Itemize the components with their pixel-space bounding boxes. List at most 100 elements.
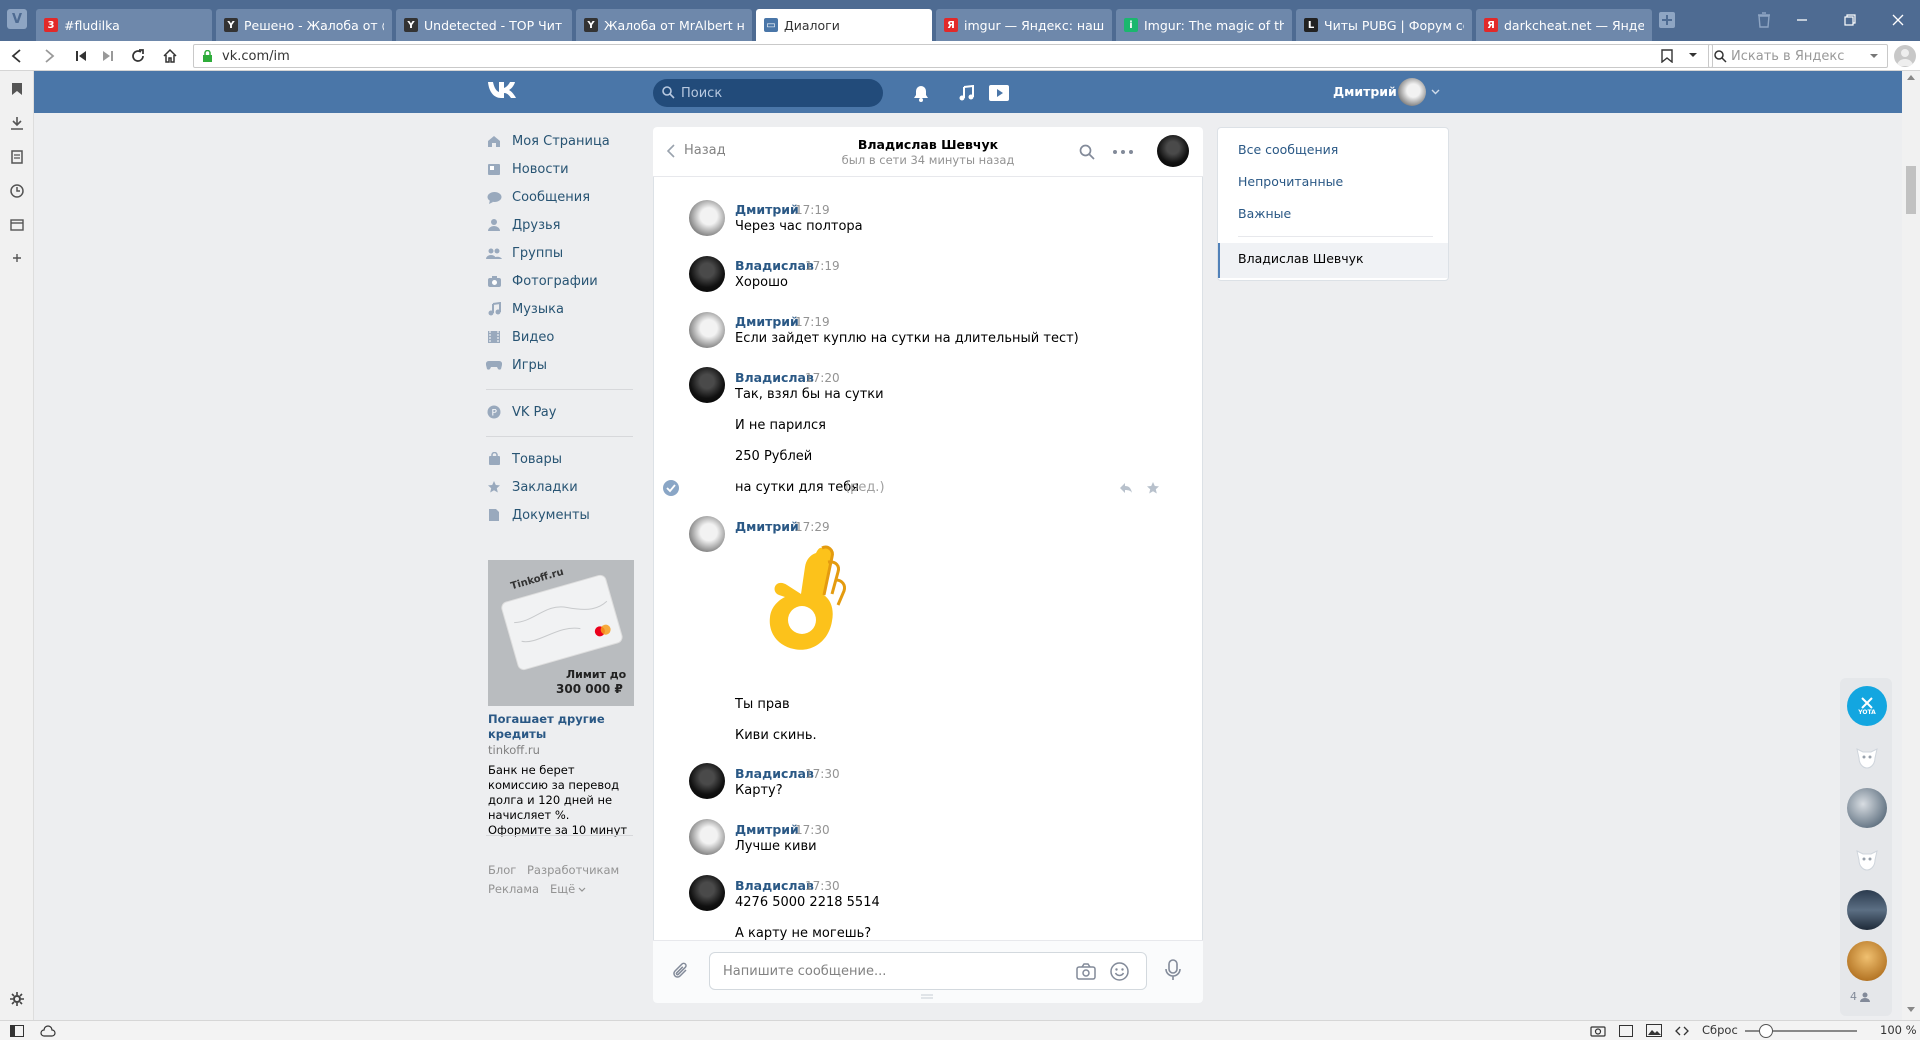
menu-item-news[interactable]: Новости xyxy=(486,157,569,181)
filter-selected-label[interactable]: Владислав Шевчук xyxy=(1238,251,1364,266)
footer-blog-link[interactable]: Блог xyxy=(488,863,516,878)
star-icon[interactable] xyxy=(1146,481,1160,495)
browser-tab-3[interactable]: YUndetected - TOP Чит для xyxy=(396,9,572,41)
avatar[interactable] xyxy=(689,312,725,348)
zoom-reset-button[interactable]: Сброс xyxy=(1702,1023,1738,1037)
tiling-icon[interactable] xyxy=(1619,1025,1633,1037)
notes-icon[interactable] xyxy=(7,147,27,167)
avatar[interactable] xyxy=(689,516,725,552)
camera-icon[interactable] xyxy=(1076,963,1096,980)
footer-ads-link[interactable]: Реклама xyxy=(488,882,539,897)
message-author[interactable]: Владислав xyxy=(735,370,814,385)
browser-tab-8[interactable]: LЧиты PUBG | Форум социа xyxy=(1296,9,1472,41)
window-panel-icon[interactable] xyxy=(7,215,27,235)
cloud-sync-icon[interactable] xyxy=(40,1025,56,1037)
online-count[interactable]: 4 xyxy=(1850,990,1870,1003)
ad-title[interactable]: Погашает другие кредиты xyxy=(488,712,608,742)
chevron-down-icon[interactable] xyxy=(1688,52,1698,59)
search-icon[interactable] xyxy=(1079,144,1095,160)
menu-item-friends[interactable]: Друзья xyxy=(486,213,561,237)
close-window-icon[interactable] xyxy=(1886,8,1910,32)
image-toggle-icon[interactable] xyxy=(1646,1024,1662,1037)
header-user-name[interactable]: Дмитрий xyxy=(1333,84,1397,99)
message-author[interactable]: Дмитрий xyxy=(735,519,799,534)
menu-item-groups[interactable]: Группы xyxy=(486,241,563,265)
play-button-icon[interactable] xyxy=(987,81,1011,105)
browser-tab-active[interactable]: ▭ Диалоги xyxy=(756,9,932,41)
filter-all-messages[interactable]: Все сообщения xyxy=(1238,142,1338,157)
chevron-down-icon[interactable] xyxy=(1431,89,1440,95)
new-tab-icon[interactable] xyxy=(1655,8,1679,32)
message-author[interactable]: Дмитрий xyxy=(735,822,799,837)
more-options-icon[interactable] xyxy=(1113,150,1133,154)
filter-important[interactable]: Важные xyxy=(1238,206,1291,221)
music-note-icon[interactable] xyxy=(954,81,978,105)
scroll-down-icon[interactable] xyxy=(1907,1007,1915,1012)
selected-check-icon[interactable] xyxy=(663,480,679,496)
browser-tab-7[interactable]: iImgur: The magic of the Int xyxy=(1116,9,1292,41)
attach-paperclip-icon[interactable] xyxy=(672,961,690,981)
scroll-up-icon[interactable] xyxy=(1907,75,1915,80)
message-input[interactable]: Напишите сообщение... xyxy=(709,952,1147,990)
profile-icon[interactable] xyxy=(1894,45,1916,67)
browser-menu-icon[interactable]: V xyxy=(7,9,27,29)
chevron-down-icon[interactable] xyxy=(1869,53,1879,60)
zoom-slider-thumb[interactable] xyxy=(1759,1024,1773,1038)
bookmark-icon[interactable] xyxy=(1661,49,1673,63)
menu-item-goods[interactable]: Товары xyxy=(486,447,562,471)
browser-tab-4[interactable]: YЖалоба от MrAlbert на DK xyxy=(576,9,752,41)
menu-item-vkpay[interactable]: P VK Pay xyxy=(486,400,556,424)
menu-item-photos[interactable]: Фотографии xyxy=(486,269,598,293)
avatar[interactable] xyxy=(689,256,725,292)
message-author[interactable]: Владислав xyxy=(735,878,814,893)
minimize-icon[interactable] xyxy=(1790,8,1814,32)
footer-more-link[interactable]: Ещё xyxy=(550,882,575,897)
downloads-icon[interactable] xyxy=(7,113,27,133)
filter-unread[interactable]: Непрочитанные xyxy=(1238,174,1343,189)
vk-logo-icon[interactable] xyxy=(487,80,523,104)
menu-item-music[interactable]: Музыка xyxy=(486,297,564,321)
footer-dev-link[interactable]: Разработчикам xyxy=(527,863,619,878)
menu-item-bookmarks[interactable]: Закладки xyxy=(486,475,578,499)
avatar[interactable] xyxy=(689,200,725,236)
header-avatar[interactable] xyxy=(1398,78,1426,106)
browser-tab-6[interactable]: Яimgur — Яндекс: нашлось xyxy=(936,9,1112,41)
skip-forward-icon[interactable] xyxy=(96,44,120,68)
message-author[interactable]: Дмитрий xyxy=(735,314,799,329)
url-field[interactable]: vk.com/im xyxy=(193,44,1713,68)
skip-back-icon[interactable] xyxy=(69,44,93,68)
browser-tab-1[interactable]: 3 #fludilka xyxy=(36,9,212,41)
menu-item-games[interactable]: Игры xyxy=(486,353,547,377)
reload-icon[interactable] xyxy=(126,44,150,68)
settings-gear-icon[interactable] xyxy=(7,989,27,1009)
browser-tab-9[interactable]: Яdarkcheat.net — Яндекс: на xyxy=(1476,9,1652,41)
ad-domain[interactable]: tinkoff.ru xyxy=(488,743,540,758)
add-panel-icon[interactable] xyxy=(7,248,27,268)
history-icon[interactable] xyxy=(7,181,27,201)
message-author[interactable]: Дмитрий xyxy=(735,202,799,217)
yota-chat-avatar[interactable]: YOTA xyxy=(1847,686,1887,726)
avatar[interactable] xyxy=(689,367,725,403)
home-icon[interactable] xyxy=(158,44,182,68)
menu-item-documents[interactable]: Документы xyxy=(486,503,590,527)
trash-icon[interactable] xyxy=(1752,8,1776,32)
browser-tab-2[interactable]: YРешено - Жалоба от @KAI xyxy=(216,9,392,41)
page-scrollbar[interactable] xyxy=(1902,71,1920,1020)
avatar[interactable] xyxy=(689,875,725,911)
chat-avatar[interactable] xyxy=(1847,788,1887,828)
code-icon[interactable] xyxy=(1675,1025,1689,1037)
resize-grip-icon[interactable] xyxy=(921,994,933,999)
dog-avatar-icon[interactable] xyxy=(1847,839,1887,879)
chat-avatar[interactable] xyxy=(1847,941,1887,981)
emoji-smile-icon[interactable] xyxy=(1110,962,1129,981)
forward-arrow-icon[interactable] xyxy=(37,44,61,68)
panel-toggle-icon[interactable] xyxy=(10,1025,24,1037)
menu-item-video[interactable]: Видео xyxy=(486,325,554,349)
back-arrow-icon[interactable] xyxy=(5,44,29,68)
message-author[interactable]: Владислав xyxy=(735,258,814,273)
chat-avatar[interactable] xyxy=(1847,890,1887,930)
menu-item-messages[interactable]: Сообщения xyxy=(486,185,590,209)
vk-search-input[interactable]: Поиск xyxy=(653,79,883,107)
avatar[interactable] xyxy=(689,819,725,855)
voice-microphone-icon[interactable] xyxy=(1165,959,1181,981)
